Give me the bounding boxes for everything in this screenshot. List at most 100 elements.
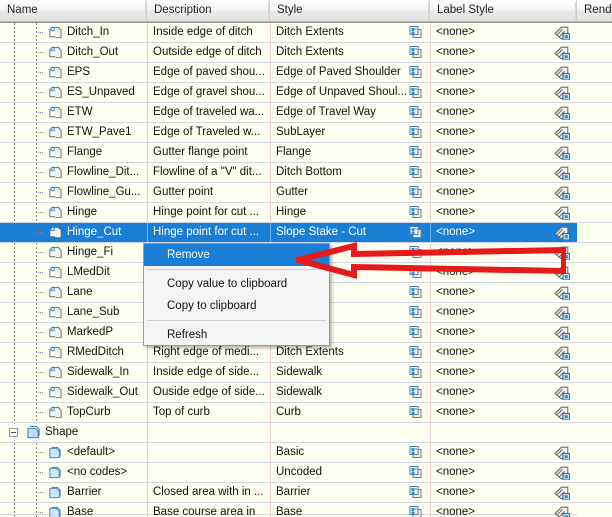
style-picker-icon[interactable] [408, 225, 424, 240]
label-style-picker-icon[interactable] [554, 445, 571, 460]
cell-description[interactable]: Edge of traveled wa... [147, 103, 270, 122]
table-row[interactable]: Hinge Hinge point for cut ... Hinge <none> [0, 203, 612, 223]
style-picker-icon[interactable] [408, 485, 424, 500]
cell-render[interactable] [577, 503, 612, 517]
cell-style[interactable]: Ditch Bottom [270, 163, 430, 182]
label-style-picker-icon[interactable] [554, 285, 571, 300]
label-style-picker-icon[interactable] [554, 485, 571, 500]
style-picker-icon[interactable] [408, 65, 424, 80]
style-picker-icon[interactable] [408, 365, 424, 380]
cell-description[interactable]: Edge of Traveled w... [147, 123, 270, 142]
cell-style[interactable]: Basic [270, 443, 430, 462]
table-row[interactable]: TopCurb Top of curb Curb <none> [0, 403, 612, 423]
style-picker-icon[interactable] [408, 405, 424, 420]
style-picker-icon[interactable] [408, 245, 424, 260]
cell-render[interactable] [577, 383, 612, 402]
cell-style[interactable]: Uncoded [270, 463, 430, 482]
table-row[interactable]: Flowline_Dit... Flowline of a "V" dit... D… [0, 163, 612, 183]
cell-description[interactable]: Inside edge of side... [147, 363, 270, 382]
cell-label-style[interactable]: <none> [430, 263, 577, 282]
cell-render[interactable] [577, 143, 612, 162]
tree-expander-collapse-icon[interactable] [9, 428, 18, 437]
cell-label-style[interactable]: <none> [430, 463, 577, 482]
table-row[interactable]: Sidewalk_Out Ouside edge of side... Sidewa… [0, 383, 612, 403]
style-picker-icon[interactable] [408, 105, 424, 120]
label-style-picker-icon[interactable] [554, 125, 571, 140]
cell-name[interactable]: Base [0, 503, 147, 517]
cell-render[interactable] [577, 323, 612, 342]
cell-render[interactable] [577, 183, 612, 202]
table-row[interactable]: ETW_Pave1 Edge of Traveled w... SubLayer <n… [0, 123, 612, 143]
table-row[interactable]: Barrier Closed area with in ... Barrier <no… [0, 483, 612, 503]
cell-render[interactable] [577, 123, 612, 142]
cell-style[interactable]: Ditch Extents [270, 43, 430, 62]
label-style-picker-icon[interactable] [554, 385, 571, 400]
cell-label-style[interactable]: <none> [430, 443, 577, 462]
cell-render[interactable] [577, 103, 612, 122]
style-picker-icon[interactable] [408, 505, 424, 517]
cell-render[interactable] [577, 423, 612, 442]
cell-style[interactable] [270, 423, 430, 442]
column-header-name[interactable]: Name [0, 0, 147, 21]
cell-description[interactable] [147, 423, 270, 442]
cell-label-style[interactable]: <none> [430, 203, 577, 222]
cell-name[interactable]: LMedDit [0, 263, 147, 282]
table-row[interactable]: Sidewalk_In Inside edge of side... Sidewal… [0, 363, 612, 383]
cell-style[interactable]: Sidewalk [270, 383, 430, 402]
cell-label-style[interactable]: <none> [430, 383, 577, 402]
cell-name[interactable]: TopCurb [0, 403, 147, 422]
cell-render[interactable] [577, 343, 612, 362]
cell-style[interactable]: Edge of Unpaved Shoul... [270, 83, 430, 102]
cell-name[interactable]: Sidewalk_In [0, 363, 147, 382]
cell-render[interactable] [577, 223, 612, 242]
cell-name[interactable]: Sidewalk_Out [0, 383, 147, 402]
label-style-picker-icon[interactable] [554, 505, 571, 517]
cell-name[interactable]: ETW_Pave1 [0, 123, 147, 142]
cell-name[interactable]: EPS [0, 63, 147, 82]
cell-style[interactable]: Edge of Paved Shoulder [270, 63, 430, 82]
style-picker-icon[interactable] [408, 265, 424, 280]
label-style-picker-icon[interactable] [554, 185, 571, 200]
cell-description[interactable]: Inside edge of ditch [147, 23, 270, 42]
style-picker-icon[interactable] [408, 345, 424, 360]
label-style-picker-icon[interactable] [554, 145, 571, 160]
cell-name[interactable]: Hinge_Cut [0, 223, 147, 242]
table-row[interactable]: EPS Edge of paved shou... Edge of Paved Sh… [0, 63, 612, 83]
cell-label-style[interactable]: <none> [430, 283, 577, 302]
cell-name[interactable]: Ditch_Out [0, 43, 147, 62]
cell-name[interactable]: ES_Unpaved [0, 83, 147, 102]
cell-render[interactable] [577, 203, 612, 222]
label-style-picker-icon[interactable] [554, 325, 571, 340]
label-style-picker-icon[interactable] [554, 105, 571, 120]
table-row[interactable]: Flange Gutter flange point Flange <none> [0, 143, 612, 163]
cell-label-style[interactable]: <none> [430, 143, 577, 162]
style-picker-icon[interactable] [408, 305, 424, 320]
cell-description[interactable] [147, 463, 270, 482]
cell-name[interactable]: Lane [0, 283, 147, 302]
table-row[interactable]: Hinge_Cut Hinge point for cut ... Slope St… [0, 223, 612, 243]
cell-label-style[interactable]: <none> [430, 243, 577, 262]
cell-description[interactable]: Gutter flange point [147, 143, 270, 162]
cell-name[interactable]: Flowline_Gu... [0, 183, 147, 202]
cell-style[interactable]: Ditch Extents [270, 23, 430, 42]
label-style-picker-icon[interactable] [554, 85, 571, 100]
cell-render[interactable] [577, 43, 612, 62]
label-style-picker-icon[interactable] [554, 465, 571, 480]
table-row[interactable]: ES_Unpaved Edge of gravel shou... Edge of … [0, 83, 612, 103]
cell-name[interactable]: Ditch_In [0, 23, 147, 42]
cell-render[interactable] [577, 63, 612, 82]
style-picker-icon[interactable] [408, 205, 424, 220]
table-row[interactable]: Shape [0, 423, 612, 443]
label-style-picker-icon[interactable] [554, 305, 571, 320]
cell-render[interactable] [577, 163, 612, 182]
cell-name[interactable]: Lane_Sub [0, 303, 147, 322]
style-picker-icon[interactable] [408, 185, 424, 200]
cell-label-style[interactable]: <none> [430, 223, 577, 242]
label-style-picker-icon[interactable] [554, 345, 571, 360]
cell-description[interactable]: Ouside edge of side... [147, 383, 270, 402]
table-row[interactable]: RMedDitch Right edge of medi... Ditch Exte… [0, 343, 612, 363]
cell-name[interactable]: MarkedP [0, 323, 147, 342]
column-header-style[interactable]: Style [270, 0, 430, 21]
style-picker-icon[interactable] [408, 325, 424, 340]
style-picker-icon[interactable] [408, 145, 424, 160]
